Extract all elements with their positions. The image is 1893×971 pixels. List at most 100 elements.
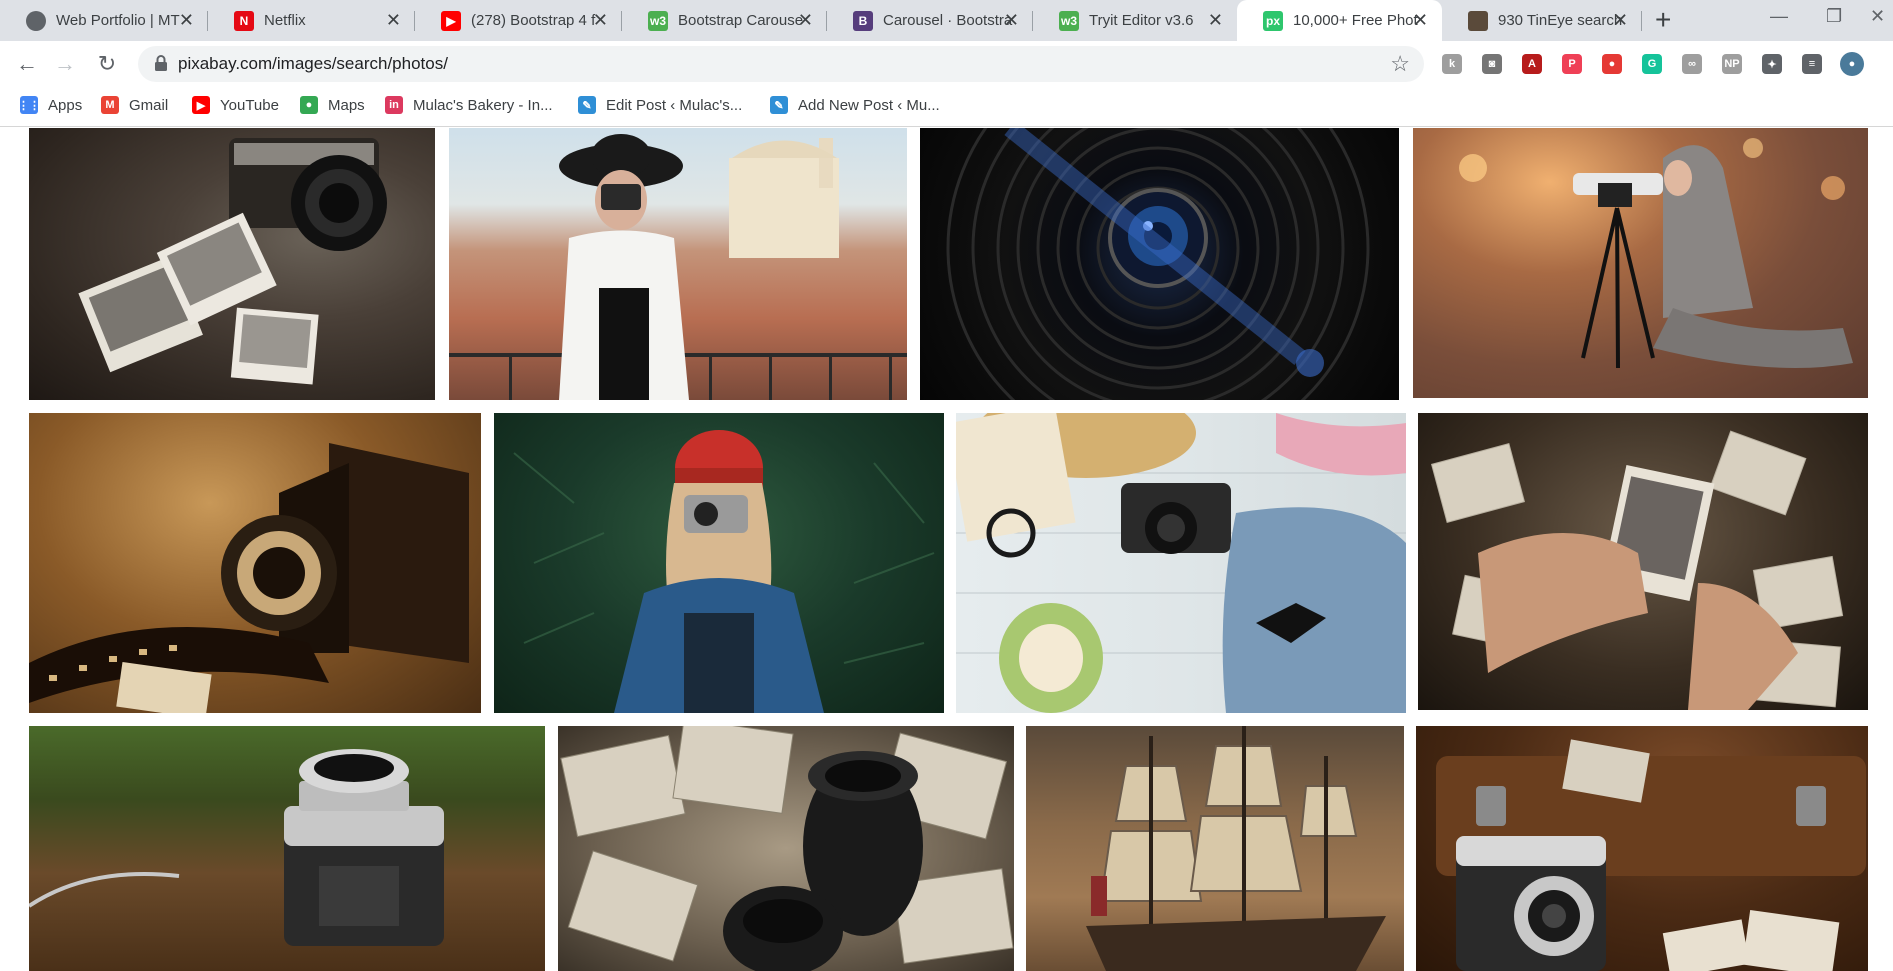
photo-8[interactable] bbox=[1418, 413, 1868, 710]
forward-button[interactable]: → bbox=[52, 51, 78, 77]
bookmark-2[interactable]: M Gmail bbox=[101, 96, 168, 114]
tab-close-icon[interactable]: ✕ bbox=[798, 9, 813, 31]
woman-hat-camera-photo bbox=[449, 134, 907, 400]
red-beanie-woman-camera-photo bbox=[513, 430, 935, 713]
bookmark-label: Edit Post ‹ Mulac's... bbox=[606, 96, 743, 114]
bookmark-label: YouTube bbox=[220, 96, 279, 114]
adblock-extension-icon[interactable]: ● bbox=[1602, 54, 1622, 74]
bookmark-label: Gmail bbox=[129, 96, 169, 114]
photo-1[interactable] bbox=[29, 128, 435, 400]
tab-close-icon[interactable]: ✕ bbox=[386, 9, 401, 31]
photo-9[interactable] bbox=[29, 726, 545, 971]
sailing-ship-photo bbox=[1086, 726, 1386, 971]
youtube-icon: ▶ bbox=[192, 96, 210, 114]
bookmark-star-icon[interactable]: ☆ bbox=[1390, 51, 1410, 77]
puzzle-extensions-icon[interactable]: ✦ bbox=[1762, 54, 1782, 74]
tab-3[interactable]: ▶ (278) Bootstrap 4 f ✕ bbox=[415, 0, 622, 41]
photo-6[interactable] bbox=[494, 413, 944, 713]
tab-4[interactable]: w3 Bootstrap Carouse ✕ bbox=[622, 0, 827, 41]
window-close-button[interactable]: ✕ bbox=[1870, 6, 1885, 27]
page-scrollbar[interactable] bbox=[1879, 128, 1893, 971]
apps-grid-icon: ⋮⋮ bbox=[18, 96, 40, 114]
address-bar[interactable]: pixabay.com/images/search/photos/ ☆ bbox=[138, 46, 1424, 82]
pixabay-icon: px bbox=[1263, 11, 1283, 31]
tab-8[interactable]: 930 TinEye search ✕ bbox=[1442, 0, 1642, 41]
extension-1-icon[interactable]: k bbox=[1442, 54, 1462, 74]
invision-icon: in bbox=[385, 96, 403, 114]
back-button[interactable]: ← bbox=[14, 51, 40, 77]
tab-close-icon[interactable]: ✕ bbox=[1613, 9, 1628, 31]
photo-10[interactable] bbox=[558, 726, 1014, 971]
bootstrap-icon: B bbox=[853, 11, 873, 31]
lenses-old-photos-photo bbox=[560, 726, 1014, 971]
lock-icon bbox=[155, 55, 167, 71]
photo-11[interactable] bbox=[1026, 726, 1404, 971]
image-results-grid bbox=[0, 128, 1893, 971]
url-text[interactable]: pixabay.com/images/search/photos/ bbox=[178, 54, 448, 74]
tab-7[interactable]: px 10,000+ Free Phot ✕ bbox=[1237, 0, 1442, 41]
photo-7[interactable] bbox=[956, 413, 1406, 713]
pocket-extension-icon[interactable]: P bbox=[1562, 54, 1582, 74]
woman-tripod-street-photo bbox=[1459, 138, 1853, 369]
folding-camera-film-photo bbox=[29, 443, 469, 713]
pdf-extension-icon[interactable]: A bbox=[1522, 54, 1542, 74]
gmail-icon: M bbox=[101, 96, 119, 114]
browser-toolbar: ← → ↻ pixabay.com/images/search/photos/ … bbox=[0, 41, 1893, 87]
tab-close-icon[interactable]: ✕ bbox=[1208, 9, 1223, 31]
tab-5[interactable]: B Carousel · Bootstra ✕ bbox=[827, 0, 1033, 41]
camera-suitcase-photo bbox=[1436, 739, 1866, 971]
restore-button[interactable]: ❐ bbox=[1826, 6, 1842, 27]
tab-close-icon[interactable]: ✕ bbox=[179, 9, 194, 31]
bookmark-7[interactable]: ✎ Add New Post ‹ Mu... bbox=[770, 96, 940, 114]
youtube-icon: ▶ bbox=[441, 11, 461, 31]
bookmark-label: Apps bbox=[48, 96, 83, 114]
bookmark-6[interactable]: ✎ Edit Post ‹ Mulac's... bbox=[578, 96, 742, 114]
photo-12[interactable] bbox=[1416, 726, 1868, 971]
tab-close-icon[interactable]: ✕ bbox=[1413, 9, 1428, 31]
photo-5[interactable] bbox=[29, 413, 481, 713]
w3schools-icon: w3 bbox=[1059, 11, 1079, 31]
maps-pin-icon: ● bbox=[300, 96, 318, 114]
tab-separator bbox=[1641, 11, 1642, 31]
tab-1[interactable]: Web Portfolio | MT ✕ bbox=[0, 0, 208, 41]
bookmark-5[interactable]: in Mulac's Bakery - In... bbox=[385, 96, 553, 114]
bookmark-1[interactable]: ⋮⋮ Apps bbox=[18, 96, 83, 114]
grammarly-extension-icon[interactable]: G bbox=[1642, 54, 1662, 74]
tab-title: Carousel · Bootstra bbox=[883, 12, 1013, 29]
tab-6[interactable]: w3 Tryit Editor v3.6 ✕ bbox=[1033, 0, 1237, 41]
globe-icon bbox=[26, 11, 46, 31]
bookmark-label: Maps bbox=[328, 96, 365, 114]
profile-avatar[interactable]: ● bbox=[1840, 52, 1864, 76]
camera-extension-icon[interactable]: ◙ bbox=[1482, 54, 1502, 74]
photo-2[interactable] bbox=[449, 128, 907, 400]
hands-old-photos-photo bbox=[1430, 430, 1844, 710]
wordpress-edit-icon: ✎ bbox=[578, 96, 596, 114]
bookmark-4[interactable]: ● Maps bbox=[300, 96, 365, 114]
minimize-button[interactable]: — bbox=[1770, 6, 1788, 27]
wordpress-add-icon: ✎ bbox=[770, 96, 788, 114]
silver-camera-table-photo bbox=[29, 749, 444, 946]
w3schools-icon: w3 bbox=[648, 11, 668, 31]
tab-2[interactable]: N Netflix ✕ bbox=[208, 0, 415, 41]
tab-title: Web Portfolio | MT bbox=[56, 12, 180, 29]
np-extension-icon[interactable]: NP bbox=[1722, 54, 1742, 74]
bookmark-label: Mulac's Bakery - In... bbox=[413, 96, 553, 114]
tineye-icon bbox=[1468, 11, 1488, 31]
tab-title: Netflix bbox=[264, 12, 306, 29]
tab-title: (278) Bootstrap 4 f bbox=[471, 12, 596, 29]
tab-strip: Web Portfolio | MT ✕ N Netflix ✕ ▶ (278) Boots… bbox=[0, 0, 1893, 41]
flatlay-camera-hat-photo bbox=[956, 413, 1406, 713]
ghost-extension-icon[interactable]: ∞ bbox=[1682, 54, 1702, 74]
new-tab-button[interactable]: + bbox=[1655, 6, 1671, 34]
tab-close-icon[interactable]: ✕ bbox=[593, 9, 608, 31]
reading-list-icon[interactable]: ≡ bbox=[1802, 54, 1822, 74]
tab-close-icon[interactable]: ✕ bbox=[1004, 9, 1019, 31]
bookmarks-bar: ⋮⋮ Apps M Gmail ▶ YouTube ● Maps in Mulac's Baker… bbox=[0, 87, 1893, 127]
camera-lens-closeup-photo bbox=[946, 128, 1370, 400]
bookmark-label: Add New Post ‹ Mu... bbox=[798, 96, 940, 114]
bookmark-3[interactable]: ▶ YouTube bbox=[192, 96, 279, 114]
photo-3[interactable] bbox=[920, 128, 1399, 400]
vintage-camera-map-photo bbox=[78, 138, 387, 385]
photo-4[interactable] bbox=[1413, 128, 1868, 398]
reload-button[interactable]: ↻ bbox=[94, 51, 120, 77]
